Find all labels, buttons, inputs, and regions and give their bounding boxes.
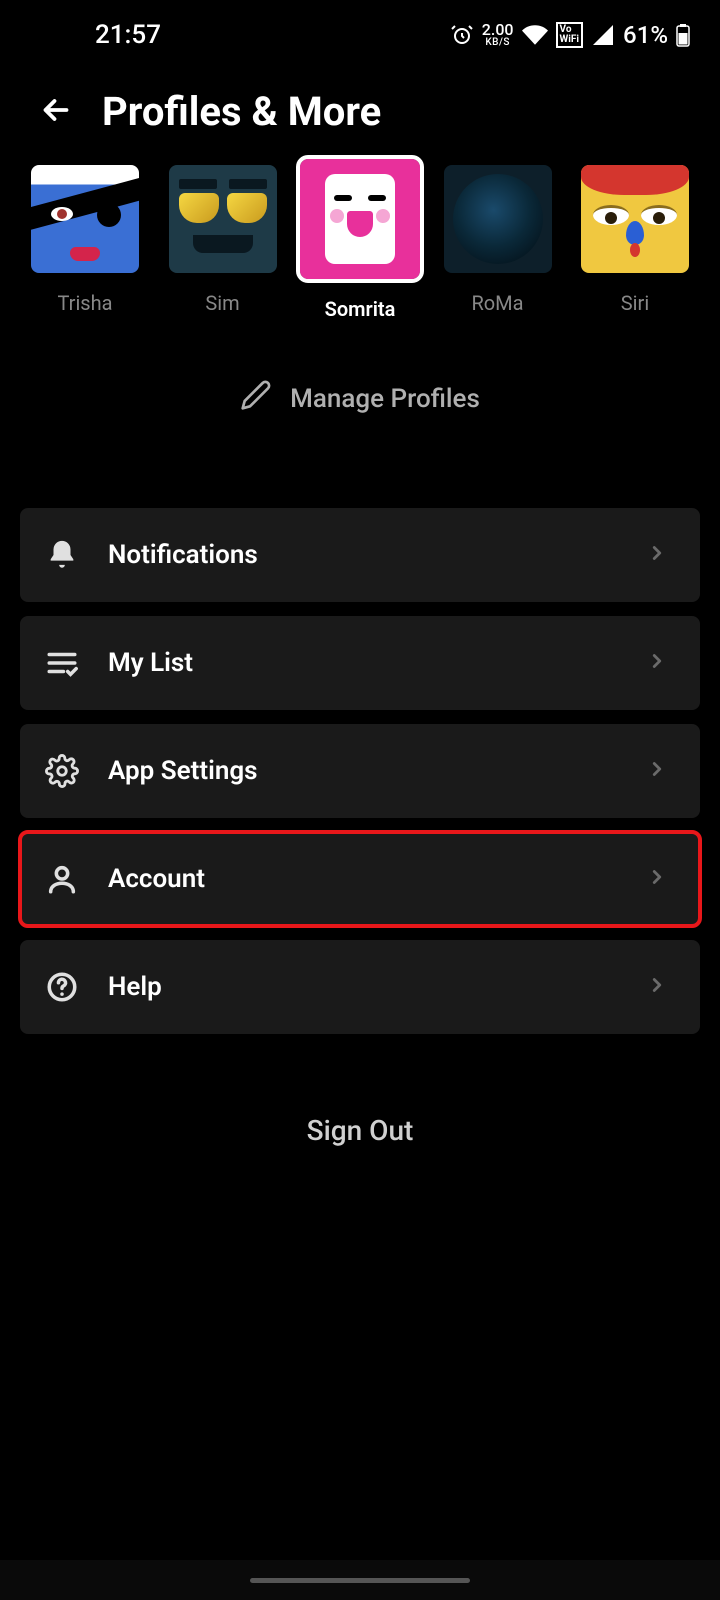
battery-icon [676, 23, 690, 47]
gear-icon [44, 753, 80, 789]
signal-icon [591, 23, 615, 47]
menu-account[interactable]: Account [20, 832, 700, 926]
avatar [444, 165, 552, 273]
profile-label: RoMa [471, 291, 523, 315]
alarm-icon [450, 23, 474, 47]
avatar [300, 159, 420, 279]
chevron-right-icon [646, 650, 668, 676]
battery-percent: 61% [623, 21, 668, 49]
avatar [581, 165, 689, 273]
profile-label: Siri [621, 291, 649, 315]
status-time: 21:57 [95, 20, 161, 50]
menu-my-list[interactable]: My List [20, 616, 700, 710]
back-arrow-icon[interactable] [38, 92, 74, 132]
pencil-icon [240, 379, 272, 418]
status-right: 2.00 KB/S VoWiFi 61% [450, 21, 690, 49]
profiles-row: Trisha Sim Somrita RoMa Siri [0, 165, 720, 321]
manage-profiles-button[interactable]: Manage Profiles [0, 379, 720, 418]
status-bar: 21:57 2.00 KB/S VoWiFi 61% [0, 0, 720, 70]
header: Profiles & More [0, 70, 720, 165]
profile-siri[interactable]: Siri [580, 165, 690, 321]
chevron-right-icon [646, 866, 668, 892]
profile-trisha[interactable]: Trisha [30, 165, 140, 321]
profile-roma[interactable]: RoMa [443, 165, 553, 321]
menu-help[interactable]: Help [20, 940, 700, 1034]
avatar [169, 165, 277, 273]
chevron-right-icon [646, 542, 668, 568]
list-check-icon [44, 645, 80, 681]
wifi-icon [522, 22, 548, 48]
bell-icon [44, 537, 80, 573]
chevron-right-icon [646, 974, 668, 1000]
menu-label: App Settings [108, 756, 618, 786]
manage-profiles-label: Manage Profiles [290, 384, 480, 414]
user-icon [44, 861, 80, 897]
profile-label: Trisha [57, 291, 112, 315]
menu-list: Notifications My List App Settings Accou… [0, 508, 720, 1034]
nav-handle[interactable] [250, 1578, 470, 1583]
menu-label: Notifications [108, 540, 618, 570]
profile-sim[interactable]: Sim [168, 165, 278, 321]
menu-notifications[interactable]: Notifications [20, 508, 700, 602]
network-speed: 2.00 KB/S [482, 22, 514, 48]
menu-label: Account [108, 864, 618, 894]
avatar [31, 165, 139, 273]
chevron-right-icon [646, 758, 668, 784]
menu-app-settings[interactable]: App Settings [20, 724, 700, 818]
system-nav-bar [0, 1560, 720, 1600]
profile-label: Somrita [325, 297, 396, 321]
profile-somrita[interactable]: Somrita [305, 165, 415, 321]
help-icon [44, 969, 80, 1005]
menu-label: Help [108, 972, 618, 1002]
sign-out-button[interactable]: Sign Out [0, 1114, 720, 1147]
menu-label: My List [108, 648, 618, 678]
profile-label: Sim [205, 291, 239, 315]
page-title: Profiles & More [102, 88, 381, 135]
vowifi-indicator: VoWiFi [556, 22, 584, 48]
